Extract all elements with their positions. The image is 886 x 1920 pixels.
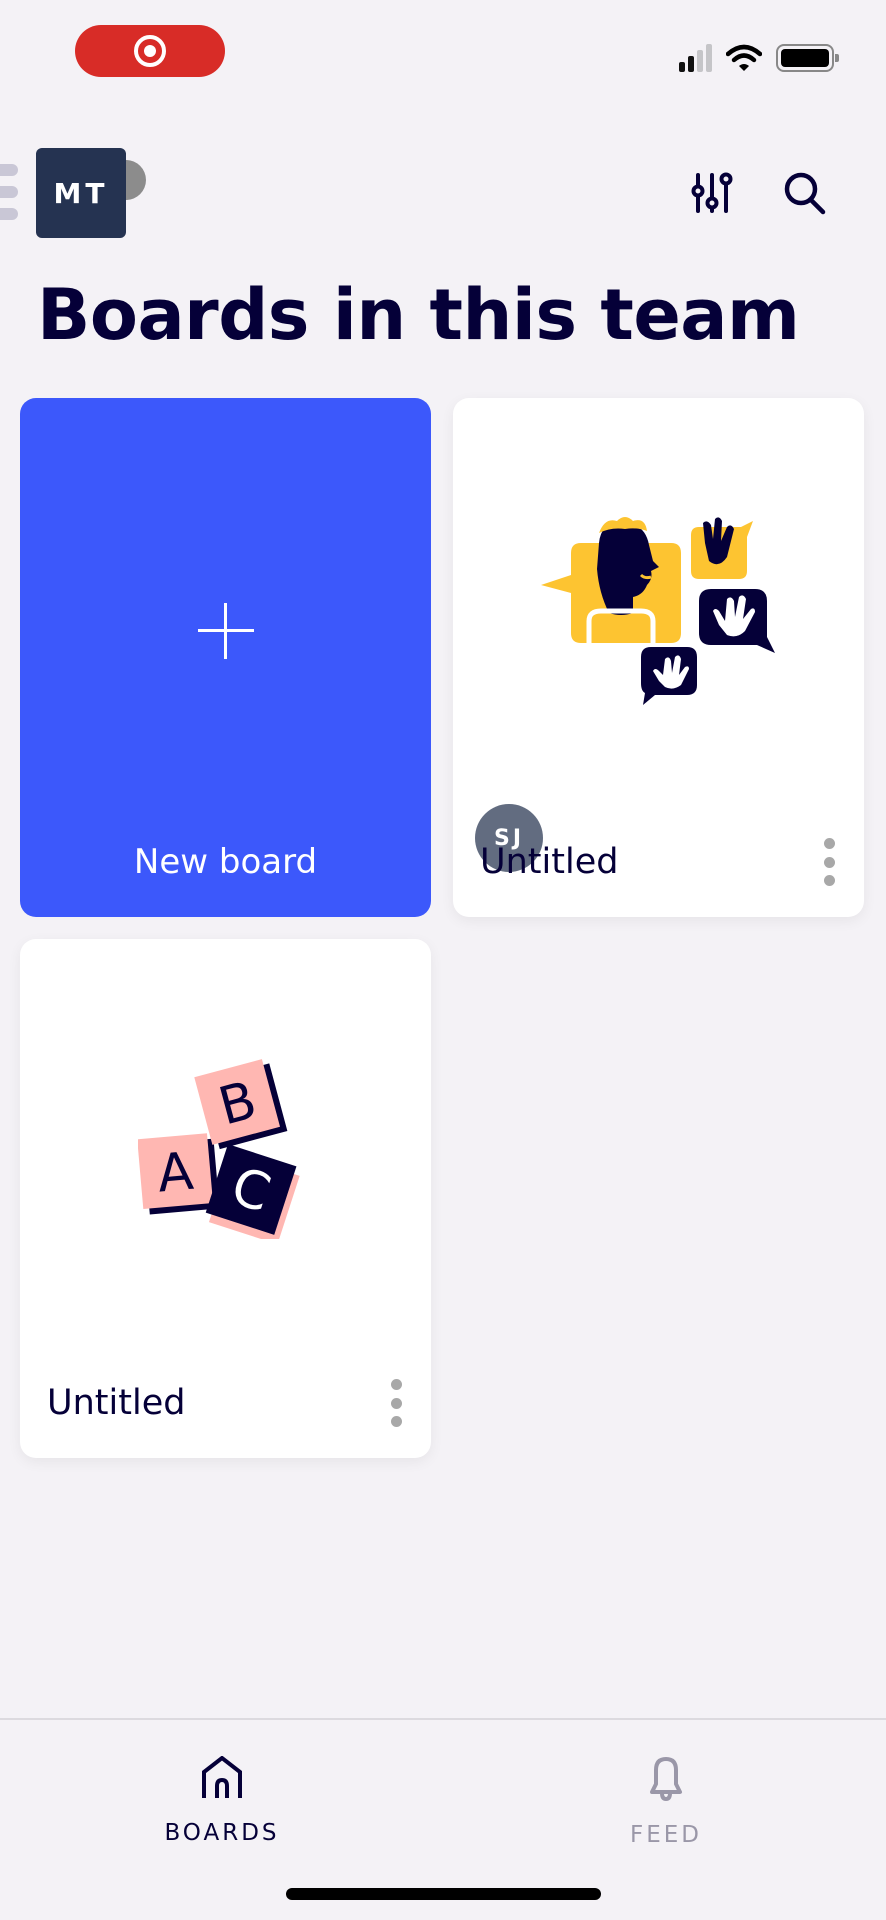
abc-blocks-illustration: A B C (138, 1059, 300, 1239)
page-title: Boards in this team (37, 274, 800, 356)
home-indicator[interactable] (286, 1888, 601, 1900)
bell-icon (650, 1757, 682, 1802)
waving-hands-chat-illustration (541, 517, 775, 705)
wifi-icon (726, 44, 762, 71)
hamburger-menu-icon[interactable] (0, 164, 18, 220)
board-card[interactable]: SJ Untitled (453, 398, 864, 917)
battery-icon (776, 44, 839, 72)
board-title: Untitled (47, 1383, 186, 1423)
cellular-signal-icon (679, 44, 712, 72)
screen-recording-icon (134, 35, 166, 67)
board-card[interactable]: A B C Untitled (20, 939, 431, 1458)
new-board-button[interactable]: New board (20, 398, 431, 917)
team-avatar[interactable]: MT (36, 148, 126, 238)
screen-recording-indicator[interactable] (75, 25, 225, 77)
more-vertical-icon[interactable] (389, 1379, 403, 1427)
board-title: Untitled (480, 842, 619, 882)
new-board-label: New board (133, 842, 318, 882)
status-bar-icons (679, 44, 839, 72)
home-icon (202, 1756, 242, 1798)
search-icon[interactable] (780, 168, 830, 218)
tab-boards[interactable]: BOARDS (132, 1756, 312, 1846)
tab-feed[interactable]: FEED (576, 1756, 756, 1848)
tab-boards-label: BOARDS (164, 1820, 280, 1846)
svg-text:A: A (155, 1142, 196, 1205)
tab-feed-label: FEED (629, 1822, 702, 1848)
more-vertical-icon[interactable] (822, 838, 836, 886)
sliders-filter-icon[interactable] (688, 168, 738, 218)
plus-icon (197, 603, 254, 659)
